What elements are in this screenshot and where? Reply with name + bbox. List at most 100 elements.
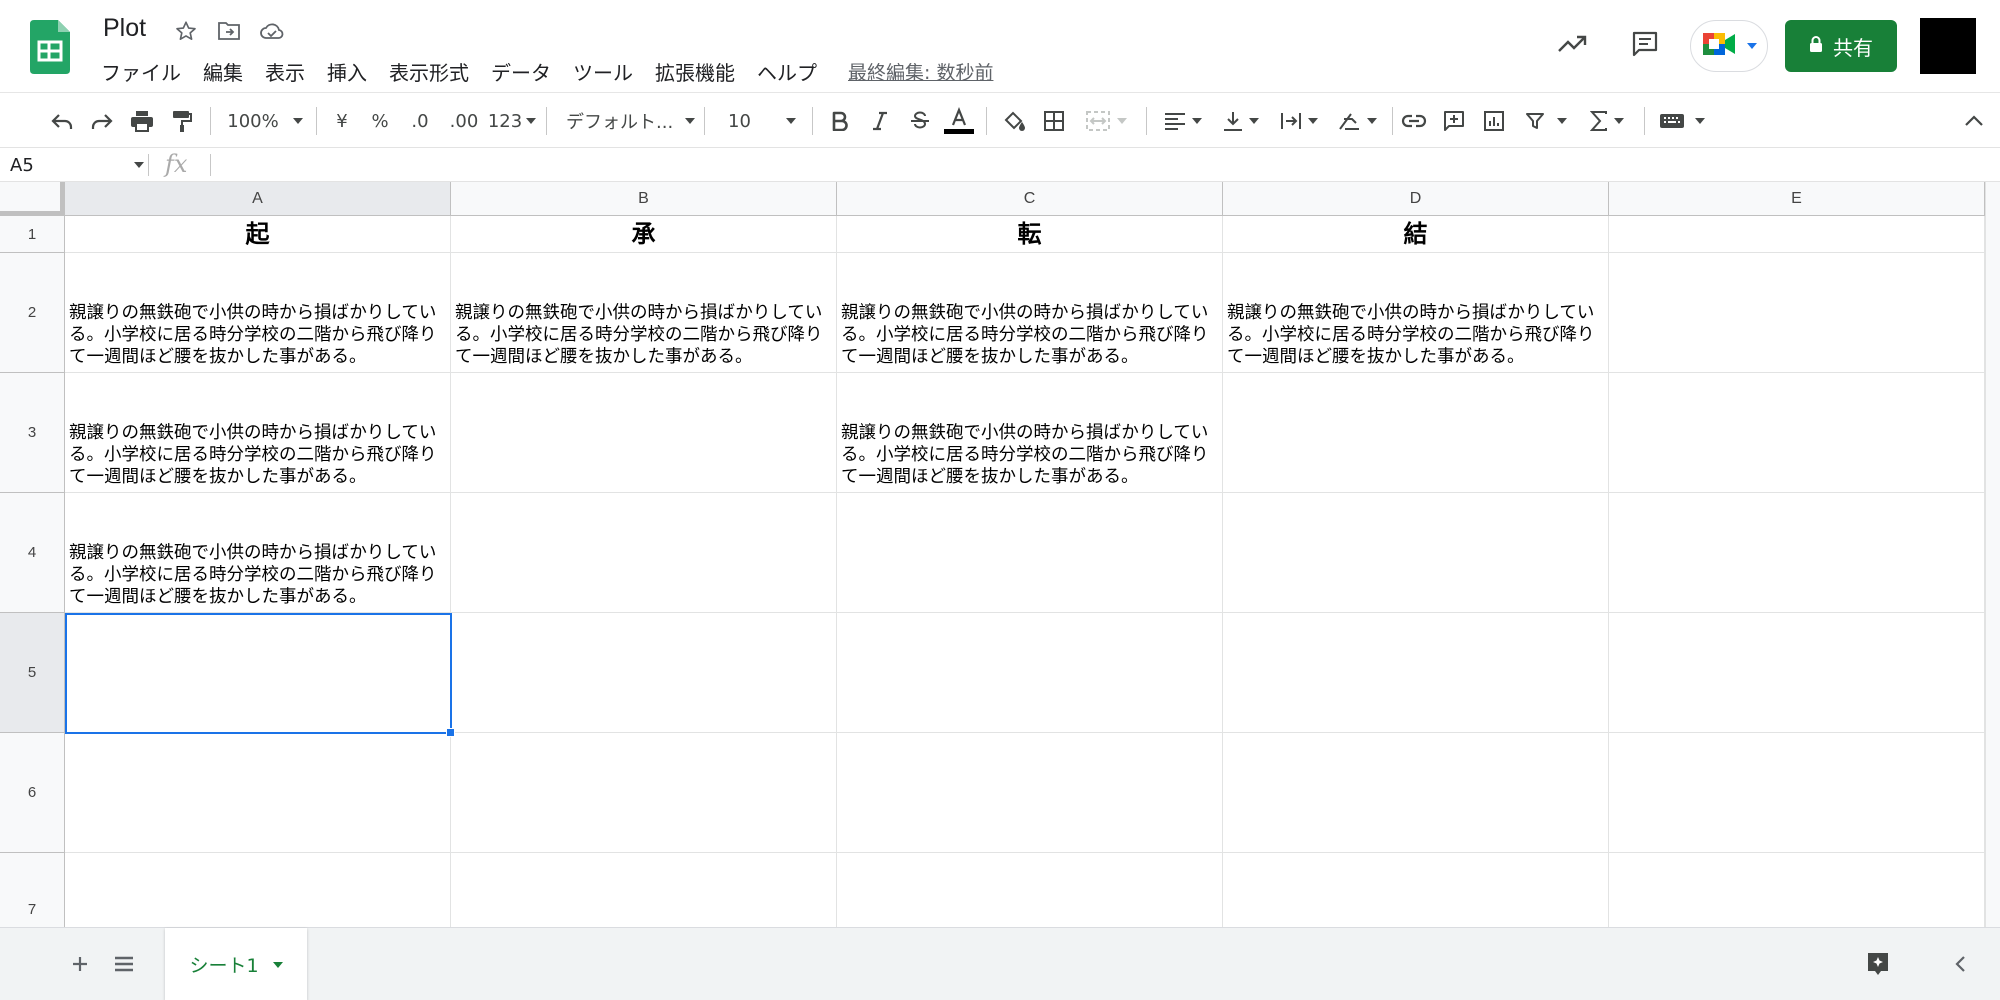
borders-icon[interactable]: [1036, 101, 1072, 141]
column-header-e[interactable]: E: [1609, 182, 1985, 216]
row-header-6[interactable]: 6: [0, 733, 65, 853]
row-header-4[interactable]: 4: [0, 493, 65, 613]
cloud-status-icon[interactable]: [258, 17, 286, 45]
font-family-select[interactable]: デフォルト...: [556, 101, 696, 141]
cell-b6[interactable]: [451, 733, 837, 853]
cell-e2[interactable]: [1609, 253, 1985, 373]
cell-d5[interactable]: [1223, 613, 1609, 733]
vertical-align-icon[interactable]: [1214, 101, 1268, 141]
cell-b4[interactable]: [451, 493, 837, 613]
activity-trend-icon[interactable]: [1552, 24, 1592, 64]
cell-a6[interactable]: [65, 733, 451, 853]
menu-file[interactable]: ファイル: [90, 57, 192, 86]
menu-edit[interactable]: 編集: [192, 57, 254, 86]
side-panel-toggle-icon[interactable]: [1942, 946, 1978, 982]
horizontal-align-icon[interactable]: [1156, 101, 1210, 141]
cell-c7[interactable]: [837, 853, 1223, 927]
text-rotation-icon[interactable]: [1330, 101, 1384, 141]
share-button[interactable]: 共有: [1785, 20, 1897, 72]
italic-icon[interactable]: [862, 101, 898, 141]
row-header-5[interactable]: 5: [0, 613, 65, 733]
cell-d1[interactable]: 結: [1223, 216, 1609, 253]
cell-d4[interactable]: [1223, 493, 1609, 613]
insert-link-icon[interactable]: [1396, 101, 1432, 141]
menu-data[interactable]: データ: [480, 57, 562, 86]
more-formats-select[interactable]: 123: [486, 101, 538, 141]
cell-b5[interactable]: [451, 613, 837, 733]
cell-c3[interactable]: 親譲りの無鉄砲で小供の時から損ばかりしている。小学校に居る時分学校の二階から飛び…: [837, 373, 1223, 493]
column-header-a[interactable]: A: [65, 182, 451, 216]
cell-c4[interactable]: [837, 493, 1223, 613]
cell-d7[interactable]: [1223, 853, 1609, 927]
last-edit-link[interactable]: 最終編集: 数秒前: [848, 58, 993, 85]
increase-decimal-button[interactable]: .00: [442, 101, 486, 141]
menu-help[interactable]: ヘルプ: [746, 57, 828, 86]
insert-comment-icon[interactable]: [1436, 101, 1472, 141]
select-all-corner[interactable]: [0, 182, 65, 216]
font-size-select[interactable]: 10: [714, 101, 804, 141]
undo-icon[interactable]: [44, 101, 80, 141]
chevron-down-icon[interactable]: [134, 162, 144, 168]
fill-handle[interactable]: [446, 728, 455, 737]
currency-format-button[interactable]: ¥: [326, 101, 358, 141]
zoom-select[interactable]: 100%: [222, 101, 308, 141]
row-header-7[interactable]: 7: [0, 853, 65, 927]
redo-icon[interactable]: [84, 101, 120, 141]
cell-e3[interactable]: [1609, 373, 1985, 493]
cell-c5[interactable]: [837, 613, 1223, 733]
insert-chart-icon[interactable]: [1476, 101, 1512, 141]
bold-icon[interactable]: [822, 101, 858, 141]
cell-c1[interactable]: 転: [837, 216, 1223, 253]
cell-c2[interactable]: 親譲りの無鉄砲で小供の時から損ばかりしている。小学校に居る時分学校の二階から飛び…: [837, 253, 1223, 373]
cell-a1[interactable]: 起: [65, 216, 451, 253]
cell-a7[interactable]: [65, 853, 451, 927]
cell-d2[interactable]: 親譲りの無鉄砲で小供の時から損ばかりしている。小学校に居る時分学校の二階から飛び…: [1223, 253, 1609, 373]
move-folder-icon[interactable]: [215, 17, 243, 45]
cell-e4[interactable]: [1609, 493, 1985, 613]
functions-icon[interactable]: [1582, 101, 1632, 141]
menu-extensions[interactable]: 拡張機能: [644, 57, 746, 86]
document-title[interactable]: Plot: [103, 14, 146, 43]
cell-a2[interactable]: 親譲りの無鉄砲で小供の時から損ばかりしている。小学校に居る時分学校の二階から飛び…: [65, 253, 451, 373]
column-header-b[interactable]: B: [451, 182, 837, 216]
sheets-logo-icon[interactable]: [30, 20, 70, 74]
column-header-d[interactable]: D: [1223, 182, 1609, 216]
cell-d3[interactable]: [1223, 373, 1609, 493]
cell-b1[interactable]: 承: [451, 216, 837, 253]
cell-a4[interactable]: 親譲りの無鉄砲で小供の時から損ばかりしている。小学校に居る時分学校の二階から飛び…: [65, 493, 451, 613]
menu-tools[interactable]: ツール: [562, 57, 644, 86]
filter-icon[interactable]: [1516, 101, 1576, 141]
text-wrapping-icon[interactable]: [1272, 101, 1326, 141]
explore-icon[interactable]: [1860, 946, 1896, 982]
cell-e6[interactable]: [1609, 733, 1985, 853]
cell-b3[interactable]: [451, 373, 837, 493]
percent-format-button[interactable]: %: [364, 101, 396, 141]
cell-b7[interactable]: [451, 853, 837, 927]
all-sheets-icon[interactable]: [106, 946, 142, 982]
decrease-decimal-button[interactable]: .0: [402, 101, 438, 141]
cell-c6[interactable]: [837, 733, 1223, 853]
cell-d6[interactable]: [1223, 733, 1609, 853]
add-sheet-icon[interactable]: [62, 946, 98, 982]
merge-cells-icon[interactable]: [1076, 101, 1136, 141]
text-color-icon[interactable]: [940, 101, 978, 141]
column-header-c[interactable]: C: [837, 182, 1223, 216]
cell-b2[interactable]: 親譲りの無鉄砲で小供の時から損ばかりしている。小学校に居る時分学校の二階から飛び…: [451, 253, 837, 373]
cell-e1[interactable]: [1609, 216, 1985, 253]
vertical-scrollbar[interactable]: [1985, 182, 2000, 927]
print-icon[interactable]: [124, 101, 160, 141]
chevron-down-icon[interactable]: [272, 961, 283, 968]
comments-icon[interactable]: [1625, 24, 1665, 64]
name-box[interactable]: A5: [10, 152, 140, 178]
fill-color-icon[interactable]: [996, 101, 1032, 141]
star-icon[interactable]: [172, 17, 200, 45]
input-tools-icon[interactable]: [1652, 101, 1712, 141]
meet-button[interactable]: [1690, 20, 1768, 72]
strikethrough-icon[interactable]: [902, 101, 938, 141]
cell-a3[interactable]: 親譲りの無鉄砲で小供の時から損ばかりしている。小学校に居る時分学校の二階から飛び…: [65, 373, 451, 493]
menu-view[interactable]: 表示: [254, 57, 316, 86]
account-avatar[interactable]: [1920, 18, 1976, 74]
row-header-1[interactable]: 1: [0, 216, 65, 253]
row-header-3[interactable]: 3: [0, 373, 65, 493]
menu-format[interactable]: 表示形式: [378, 57, 480, 86]
